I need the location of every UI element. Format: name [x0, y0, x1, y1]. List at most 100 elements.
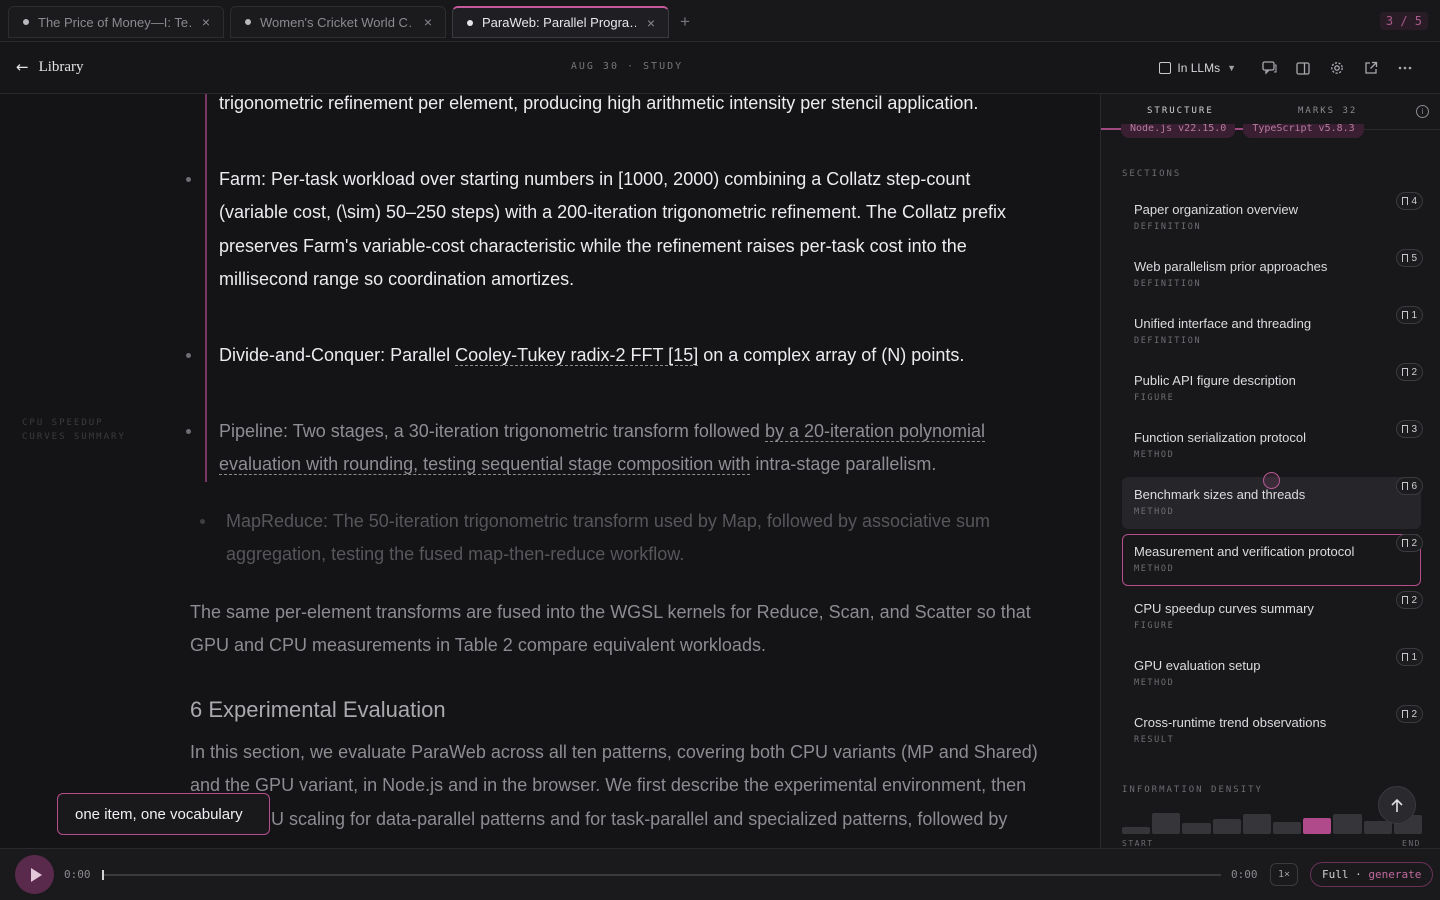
density-end-label: END	[1402, 839, 1421, 848]
density-bar[interactable]	[1122, 827, 1151, 834]
paragraph-fused-kernels: The same per-element transforms are fuse…	[190, 602, 1031, 656]
document-meta: AUG 30 · STUDY	[570, 61, 684, 72]
tab-price-of-money[interactable]: The Price of Money—I: Te… ×	[8, 6, 224, 38]
tab-paraweb[interactable]: ParaWeb: Parallel Progra… ×	[452, 6, 669, 38]
split-view-icon	[1296, 61, 1310, 75]
section-kind: METHOD	[1134, 564, 1175, 574]
marks-count-badge: 4	[1396, 192, 1423, 210]
section-item[interactable]: Function serialization protocol METHOD 3	[1122, 420, 1423, 472]
bullet-icon	[200, 519, 205, 524]
section-kind: METHOD	[1134, 507, 1175, 517]
tab-dot-icon	[245, 19, 251, 25]
marks-count-badge: 2	[1396, 534, 1423, 552]
section-item-selected[interactable]: Measurement and verification protocol ME…	[1122, 534, 1423, 586]
bookmark-icon	[1402, 710, 1409, 718]
density-bar[interactable]	[1182, 823, 1211, 834]
section-item[interactable]: Web parallelism prior approaches DEFINIT…	[1122, 249, 1423, 301]
citation-link[interactable]: Cooley-Tukey radix-2 FFT [15]	[455, 345, 699, 366]
section-kind: RESULT	[1134, 735, 1175, 745]
section-item[interactable]: Cross-runtime trend observations RESULT …	[1122, 705, 1423, 757]
tab-title: The Price of Money—I: Te…	[38, 14, 191, 30]
progress-track[interactable]	[102, 870, 1221, 880]
open-external-button[interactable]	[1354, 56, 1388, 80]
tab-dot-icon	[467, 19, 473, 26]
bookmark-icon	[1402, 425, 1409, 433]
section-item[interactable]: Public API figure description FIGURE 2	[1122, 363, 1423, 415]
section-item[interactable]: Unified interface and threading DEFINITI…	[1122, 306, 1423, 358]
play-button[interactable]	[15, 855, 54, 894]
list-item-pipeline: Pipeline: Two stages, a 30-iteration tri…	[219, 421, 986, 476]
section-kind: FIGURE	[1134, 621, 1175, 631]
play-icon	[30, 867, 42, 882]
section-kind: DEFINITION	[1134, 222, 1202, 232]
structure-panel: STRUCTURE MARKS 32 i Node.js v22.15.0 Ty…	[1100, 94, 1440, 848]
density-bar[interactable]	[1333, 814, 1362, 834]
density-bar[interactable]	[1212, 819, 1241, 834]
section-kind: DEFINITION	[1134, 279, 1202, 289]
section-kind: METHOD	[1134, 450, 1175, 460]
section-title: CPU speedup curves summary	[1134, 601, 1314, 616]
close-icon[interactable]: ×	[644, 15, 658, 31]
density-bar[interactable]	[1363, 821, 1392, 834]
marks-count-badge: 1	[1396, 306, 1423, 324]
marks-count-badge: 1	[1396, 648, 1423, 666]
scroll-to-top-button[interactable]	[1378, 786, 1416, 824]
gear-icon	[1331, 62, 1343, 74]
generate-mode-button[interactable]: Full · generate	[1310, 862, 1434, 887]
marks-count-badge: 5	[1396, 249, 1423, 267]
env-pill: TypeScript v5.8.3	[1243, 124, 1364, 138]
split-view-button[interactable]	[1286, 56, 1320, 80]
chat-icon	[1261, 61, 1277, 75]
section-item[interactable]: Paper organization overview DEFINITION 4	[1122, 192, 1423, 244]
tab-marks[interactable]: MARKS 32	[1298, 106, 1357, 116]
marks-count-badge: 6	[1396, 477, 1423, 495]
bookmark-icon	[1402, 653, 1409, 661]
model-icon	[1159, 62, 1172, 74]
new-tab-button[interactable]: +	[680, 12, 690, 32]
list-item-divide-and-conquer: Divide-and-Conquer: Parallel Cooley-Tuke…	[219, 345, 965, 366]
close-icon[interactable]: ×	[421, 14, 435, 30]
section-title: Paper organization overview	[1134, 202, 1299, 217]
bookmark-icon	[1402, 368, 1409, 376]
model-selector[interactable]: In LLMs ▼	[1159, 61, 1236, 75]
vocabulary-tooltip: one item, one vocabulary	[57, 793, 270, 835]
model-label: In LLMs	[1177, 61, 1221, 75]
info-icon[interactable]: i	[1416, 105, 1429, 118]
tab-dot-icon	[23, 19, 29, 25]
tab-bar: The Price of Money—I: Te… × Women's Cric…	[0, 0, 1440, 42]
density-bar[interactable]	[1242, 814, 1271, 834]
reader-content: CPU SPEEDUP CURVES SUMMARY trigonometric…	[0, 94, 1100, 848]
highlight-span[interactable]: by a 20-iteration polynomial	[764, 421, 986, 442]
section-kind: METHOD	[1134, 678, 1175, 688]
external-link-icon	[1365, 61, 1378, 74]
section-kind: DEFINITION	[1134, 336, 1202, 346]
highlight-span[interactable]: evaluation with rounding, testing sequen…	[219, 454, 751, 476]
progress-handle[interactable]	[102, 870, 104, 880]
density-bar[interactable]	[1303, 818, 1332, 834]
tab-womens-cricket[interactable]: Women's Cricket World C… ×	[230, 6, 446, 38]
close-icon[interactable]: ×	[199, 14, 213, 30]
information-density-chart[interactable]	[1122, 806, 1422, 834]
tab-structure[interactable]: STRUCTURE	[1147, 106, 1214, 116]
section-title: Benchmark sizes and threads	[1134, 487, 1306, 502]
more-button[interactable]	[1388, 56, 1422, 80]
density-bar[interactable]	[1273, 822, 1302, 834]
focus-marker	[205, 94, 207, 482]
section-item[interactable]: CPU speedup curves summary FIGURE 2	[1122, 591, 1423, 643]
marks-count-badge: 2	[1396, 705, 1423, 723]
section-title: Public API figure description	[1134, 373, 1296, 388]
settings-button[interactable]	[1320, 56, 1354, 80]
density-bar[interactable]	[1152, 813, 1181, 834]
paragraph-stencil-tail: trigonometric refinement per element, pr…	[219, 94, 979, 113]
section-item[interactable]: GPU evaluation setup METHOD 1	[1122, 648, 1423, 700]
section-title: Unified interface and threading	[1134, 316, 1312, 331]
bookmark-icon	[1402, 311, 1409, 319]
list-item-mapreduce: MapReduce: The 50-iteration trigonometri…	[226, 511, 991, 565]
audio-player: 0:00 0:00 1× Full · generate	[0, 848, 1440, 900]
bullet-icon	[186, 429, 191, 434]
env-pill: Node.js v22.15.0	[1121, 124, 1236, 138]
density-start-label: START	[1122, 839, 1154, 848]
total-time: 0:00	[1231, 868, 1258, 881]
chat-button[interactable]	[1252, 56, 1286, 80]
playback-speed-button[interactable]: 1×	[1270, 863, 1298, 886]
